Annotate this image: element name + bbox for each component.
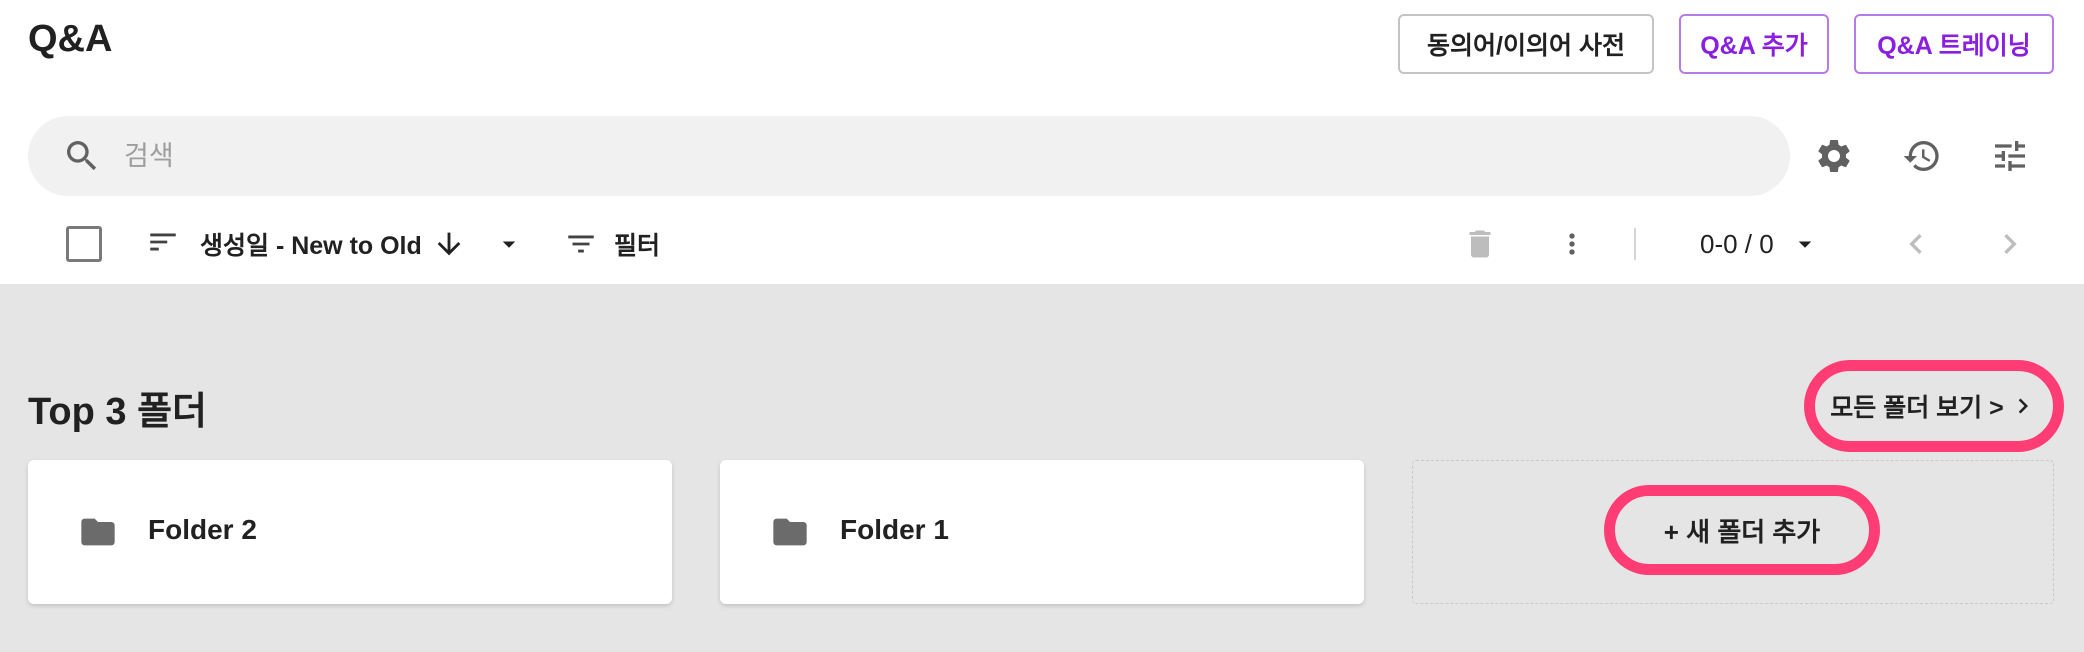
synonym-dictionary-button[interactable]: 동의어/이의어 사전	[1398, 14, 1654, 74]
sort-label: 생성일 - New to Old	[200, 232, 422, 260]
filter-icon	[564, 227, 598, 261]
add-qa-button[interactable]: Q&A 추가	[1679, 14, 1829, 74]
chevron-right-icon	[2008, 391, 2038, 421]
tune-icon[interactable]	[1986, 132, 2034, 180]
pagination-dropdown[interactable]: 0-0 / 0	[1700, 218, 1820, 270]
page-title: Q&A	[28, 18, 113, 60]
filter-button[interactable]: 필터	[564, 218, 660, 270]
caret-down-icon	[494, 229, 524, 259]
sort-icon	[146, 225, 180, 264]
toolbar-divider	[1634, 228, 1636, 260]
trash-icon[interactable]	[1462, 222, 1498, 266]
add-folder-button[interactable]: + 새 폴더 추가	[1604, 485, 1880, 575]
folder-card[interactable]: Folder 2	[28, 460, 672, 604]
add-folder-label: + 새 폴더 추가	[1663, 516, 1821, 547]
pagination-label: 0-0 / 0	[1700, 228, 1774, 259]
sort-dropdown[interactable]: 생성일 - New to Old	[146, 218, 524, 270]
arrow-down-icon	[432, 227, 466, 261]
history-icon[interactable]	[1898, 132, 1946, 180]
folder-icon	[770, 512, 810, 552]
search-input[interactable]	[124, 132, 1724, 180]
folder-icon	[78, 512, 118, 552]
chevron-left-icon[interactable]	[1896, 224, 1936, 264]
gear-icon[interactable]	[1810, 132, 1858, 180]
view-all-label: 모든 폴더 보기 >	[1830, 394, 2004, 422]
caret-down-icon	[1790, 229, 1820, 259]
search-bar[interactable]	[28, 116, 1790, 196]
more-vert-icon[interactable]	[1556, 222, 1588, 266]
chevron-right-icon[interactable]	[1990, 224, 2030, 264]
search-icon	[62, 136, 102, 176]
list-toolbar: 생성일 - New to Old 필터 0-0 / 0	[0, 214, 2084, 284]
select-all-checkbox[interactable]	[66, 226, 102, 262]
filter-label: 필터	[614, 232, 661, 260]
qa-training-button[interactable]: Q&A 트레이닝	[1854, 14, 2054, 74]
section-title: Top 3 폴더	[28, 391, 207, 433]
folder-name: Folder 2	[148, 514, 257, 545]
folder-card[interactable]: Folder 1	[720, 460, 1364, 604]
view-all-folders-button[interactable]: 모든 폴더 보기 >	[1804, 360, 2064, 452]
folder-name: Folder 1	[840, 514, 949, 545]
top-bar: Q&A 동의어/이의어 사전 Q&A 추가 Q&A 트레이닝	[0, 0, 2084, 108]
folders-section: Top 3 폴더 모든 폴더 보기 > Folder 2 Folder 1 + …	[0, 284, 2084, 652]
